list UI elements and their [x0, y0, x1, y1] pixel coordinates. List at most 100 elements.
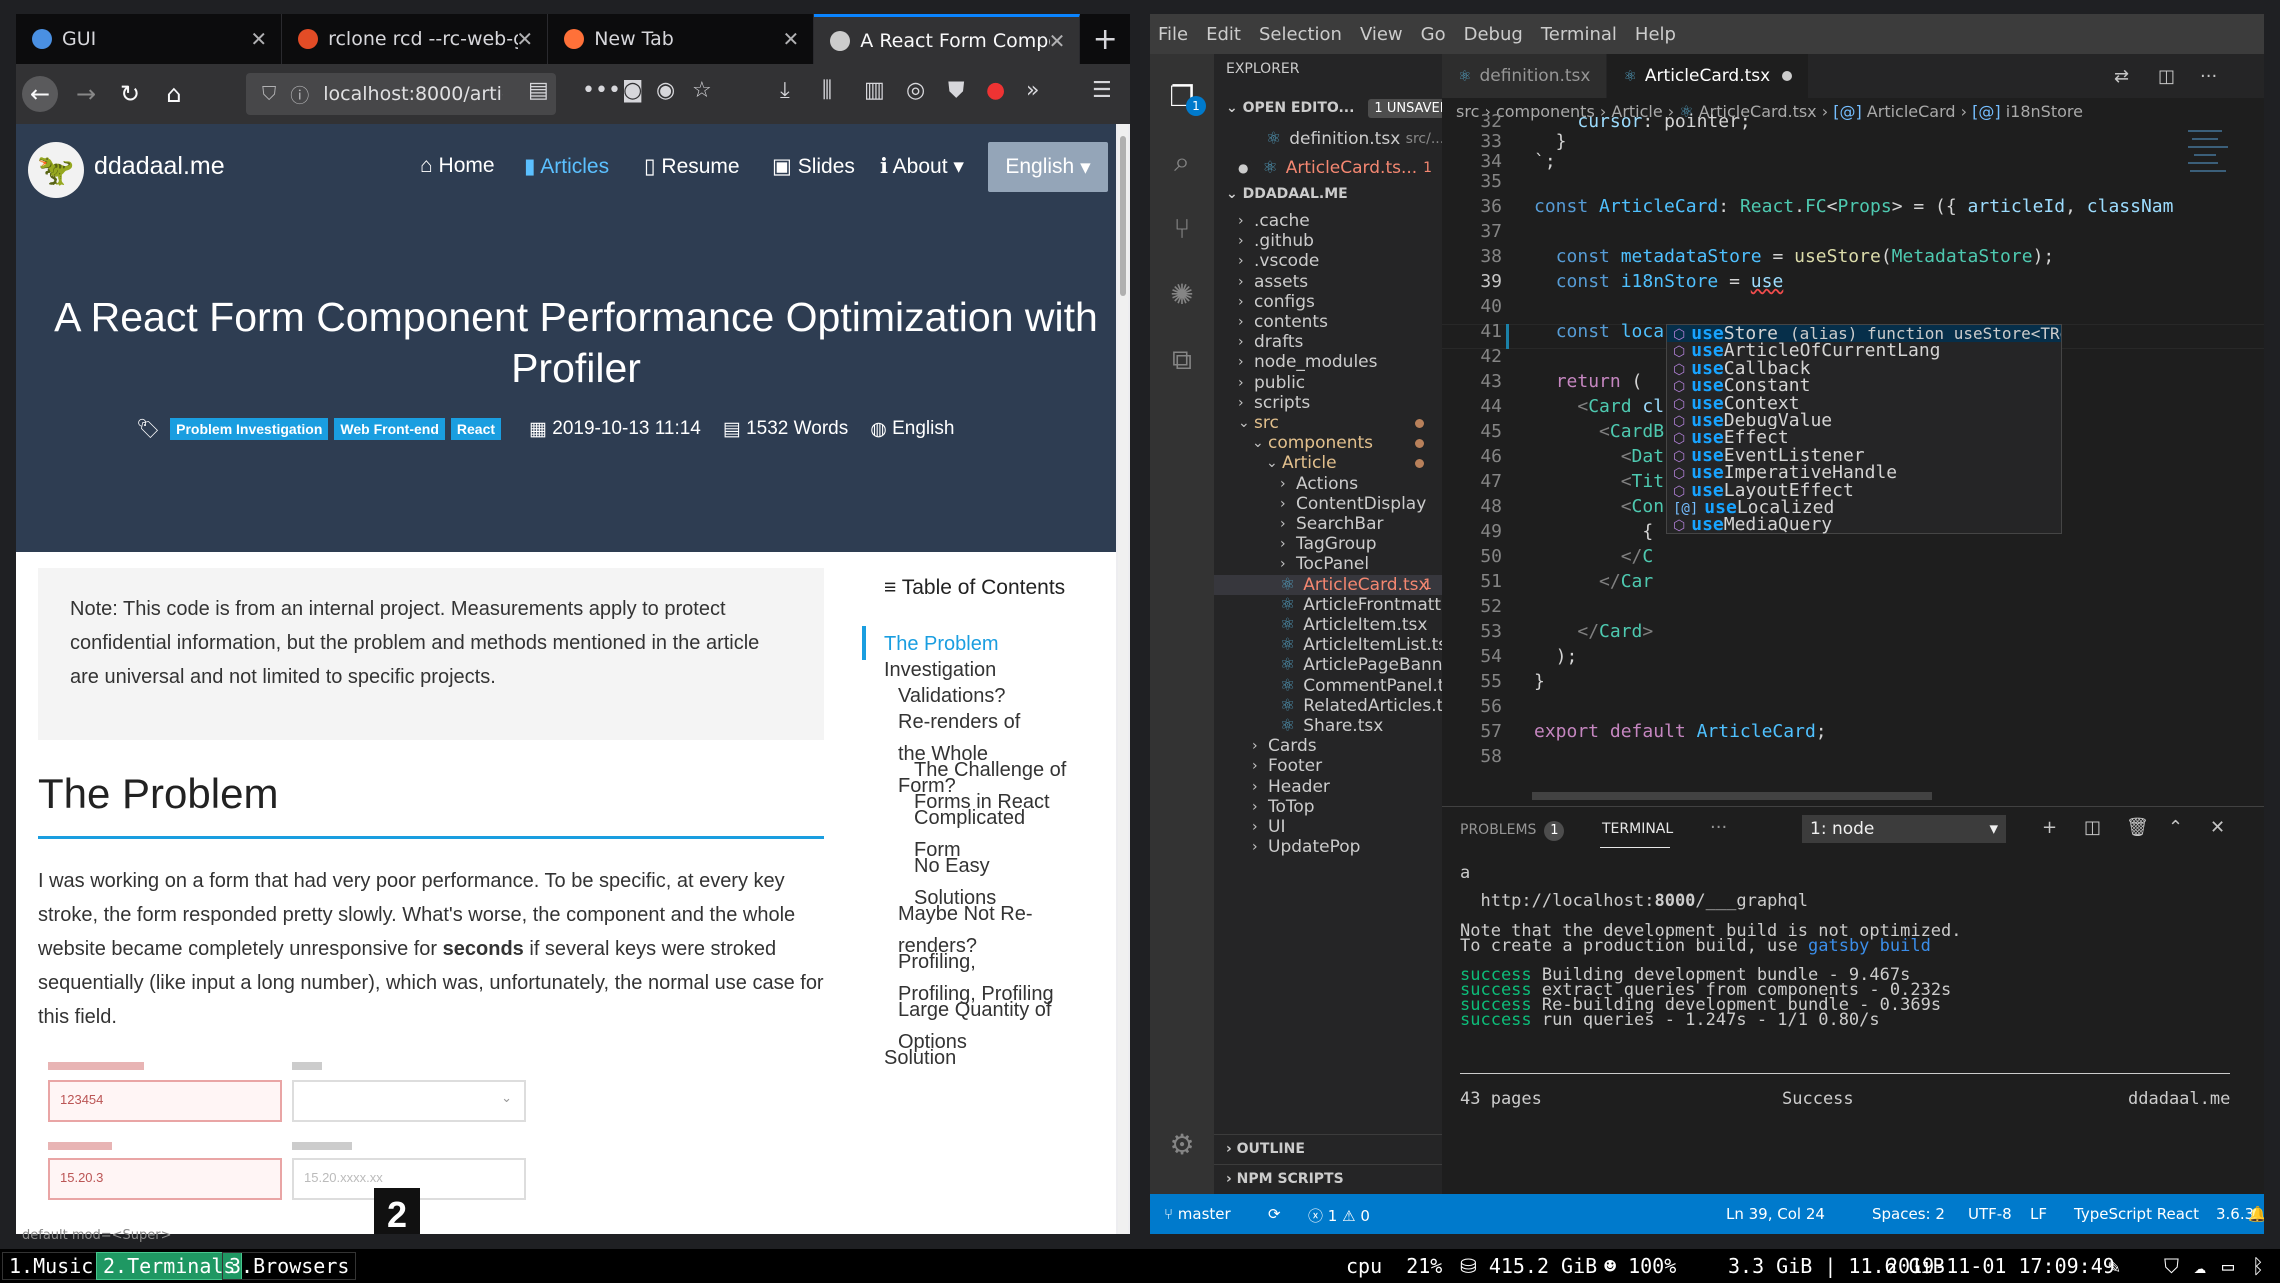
- horizontal-scrollbar[interactable]: [1532, 792, 1932, 800]
- split-terminal-icon[interactable]: ◫: [2084, 817, 2101, 838]
- tag-badge[interactable]: React: [450, 418, 502, 440]
- reload-icon[interactable]: ↻: [112, 76, 148, 112]
- extension-icon[interactable]: ◉: [656, 78, 675, 103]
- pen-icon[interactable]: ✎: [2108, 1254, 2120, 1278]
- site-name[interactable]: ddadaal.me: [94, 152, 225, 181]
- workspace-3[interactable]: 3.Browsers: [222, 1252, 357, 1280]
- suggestion-item[interactable]: ⬡ useLayoutEffect: [1667, 482, 2061, 499]
- site-logo[interactable]: 🦖: [28, 142, 84, 198]
- file-tree-file[interactable]: ⚛ Share.tsx: [1214, 716, 1442, 736]
- menu-file[interactable]: File: [1158, 24, 1188, 45]
- more-actions-icon[interactable]: ···: [2200, 66, 2217, 87]
- sidebar-icon[interactable]: ▥: [864, 78, 885, 103]
- tab-terminal[interactable]: TERMINAL: [1602, 821, 1673, 837]
- file-tree-folder[interactable]: › scripts: [1214, 393, 1442, 413]
- nav-resume[interactable]: ▯ Resume: [644, 154, 740, 179]
- tray-battery-icon[interactable]: ▭: [2222, 1254, 2234, 1278]
- suggestion-item[interactable]: ⬡ useStore (alias) function useStore<TRetu…: [1667, 325, 2061, 343]
- more-actions-icon[interactable]: ···: [1710, 817, 1727, 838]
- bell-icon[interactable]: 🔔: [2248, 1205, 2264, 1223]
- menu-terminal[interactable]: Terminal: [1541, 24, 1617, 45]
- suggestion-item[interactable]: ⬡ useConstant: [1667, 377, 2061, 394]
- download-icon[interactable]: ⤓: [780, 78, 790, 103]
- file-tree-folder[interactable]: › UI: [1214, 817, 1442, 837]
- suggestion-item[interactable]: ⬡ useDebugValue: [1667, 412, 2061, 429]
- file-tree-folder[interactable]: › drafts: [1214, 332, 1442, 352]
- code-editor[interactable]: 32 cursor: pointer; 33 } 34 `; 35 36 const…: [1442, 111, 2264, 806]
- cursor-position[interactable]: Ln 39, Col 24: [1726, 1205, 1825, 1223]
- shield-icon[interactable]: ⛉: [262, 83, 276, 105]
- search-icon[interactable]: ⌕: [1164, 144, 1200, 180]
- file-tree-folder[interactable]: › configs: [1214, 292, 1442, 312]
- suggestion-item[interactable]: ⬡ useEventListener: [1667, 447, 2061, 464]
- line-ending[interactable]: LF: [2030, 1205, 2047, 1223]
- compare-changes-icon[interactable]: ⇄: [2114, 66, 2129, 87]
- file-tree-folder[interactable]: › Header: [1214, 777, 1442, 797]
- suggestion-item[interactable]: ⬡ useArticleOfCurrentLang: [1667, 342, 2061, 359]
- scrollbar-thumb[interactable]: [1120, 136, 1126, 296]
- unsaved-dot-icon[interactable]: [1782, 71, 1793, 81]
- overflow-chevron-icon[interactable]: »: [1026, 78, 1039, 103]
- url-bar[interactable]: ⛉ ⓘ localhost:8000/artic: [246, 73, 556, 115]
- tray-bluetooth-icon[interactable]: ᛒ: [2252, 1254, 2264, 1278]
- debug-bug-icon[interactable]: ✺: [1164, 276, 1200, 312]
- file-tree-folder[interactable]: › contents: [1214, 312, 1442, 332]
- workspace-1[interactable]: 1.Music: [2, 1252, 101, 1280]
- reader-view-icon[interactable]: ▤: [528, 78, 549, 103]
- file-tree-folder[interactable]: › Footer: [1214, 756, 1442, 776]
- new-tab-button[interactable]: +: [1080, 14, 1130, 64]
- file-tree-folder[interactable]: › TocPanel: [1214, 554, 1442, 574]
- close-tab-icon[interactable]: ✕: [1049, 29, 1066, 53]
- file-tree-file[interactable]: ⚛ ArticleCard.tsx 1: [1214, 574, 1442, 595]
- close-tab-icon[interactable]: ✕: [516, 27, 533, 51]
- language-dropdown[interactable]: English ▾: [988, 142, 1108, 192]
- maximize-panel-chevron-up-icon[interactable]: ⌃: [2168, 817, 2183, 838]
- suggestion-item[interactable]: ⬡ useImperativeHandle: [1667, 464, 2061, 481]
- minimap[interactable]: [2184, 124, 2250, 806]
- file-tree-file[interactable]: ⚛ RelatedArticles.tsx: [1214, 696, 1442, 716]
- workspace-header[interactable]: ⌄ DDADAAL.ME: [1214, 180, 1442, 208]
- library-icon[interactable]: ⫼: [822, 78, 832, 103]
- file-tree-folder[interactable]: › Actions: [1214, 474, 1442, 494]
- source-control-icon[interactable]: ⑂: [1164, 210, 1200, 246]
- nav-articles[interactable]: ▮ Articles: [524, 154, 609, 179]
- sync-icon[interactable]: ◎: [906, 78, 925, 103]
- terminal-output[interactable]: a http://localhost:8000/___graphql Note …: [1460, 863, 2250, 1183]
- editor-tab-definition[interactable]: ⚛ definition.tsx: [1442, 54, 1608, 98]
- suggestion-item[interactable]: ⬡ useCallback: [1667, 360, 2061, 377]
- open-editors-header[interactable]: ⌄ OPEN EDITO... 1 UNSAVED: [1214, 94, 1442, 122]
- new-terminal-plus-icon[interactable]: +: [2042, 817, 2057, 838]
- file-tree-folder[interactable]: › assets: [1214, 272, 1442, 292]
- workspace-2[interactable]: 2.Terminals: [96, 1252, 243, 1280]
- page-actions-icon[interactable]: •••: [582, 78, 621, 103]
- indentation[interactable]: Spaces: 2: [1872, 1205, 1945, 1223]
- file-tree-file[interactable]: ⚛ ArticlePageBann...: [1214, 655, 1442, 675]
- tag-badge[interactable]: Problem Investigation: [170, 418, 329, 440]
- editor-tab-articlecard[interactable]: ⚛ ArticleCard.tsx: [1607, 54, 1810, 98]
- suggestion-item[interactable]: ⬡ useEffect: [1667, 429, 2061, 446]
- file-tree-folder[interactable]: › ToTop: [1214, 797, 1442, 817]
- browser-tab-gui[interactable]: GUI ✕: [16, 14, 283, 64]
- menu-help[interactable]: Help: [1635, 24, 1676, 45]
- browser-tab-rclone[interactable]: rclone rcd --rc-web-gu ✕: [282, 14, 549, 64]
- encoding[interactable]: UTF-8: [1968, 1205, 2012, 1223]
- open-editor-item[interactable]: ⚛ definition.tsx src/...: [1214, 124, 1442, 153]
- pocket-icon[interactable]: ◙: [622, 78, 643, 103]
- sync-icon[interactable]: ⟳: [1268, 1205, 1281, 1223]
- open-editor-item[interactable]: ● ⚛ ArticleCard.ts... 1: [1214, 153, 1442, 182]
- extensions-icon[interactable]: ⧉: [1164, 342, 1200, 378]
- problems-status[interactable]: ⓧ 1 ⚠ 0: [1308, 1205, 1370, 1226]
- tray-shield-icon[interactable]: ⛉: [2164, 1254, 2179, 1278]
- file-tree-folder[interactable]: › .vscode: [1214, 251, 1442, 271]
- forward-arrow-icon[interactable]: →: [68, 76, 104, 112]
- browser-tab-new[interactable]: New Tab ✕: [548, 14, 815, 64]
- back-arrow-icon[interactable]: ←: [22, 76, 58, 112]
- file-tree-file[interactable]: ⚛ ArticleFrontmatt...: [1214, 595, 1442, 615]
- hamburger-menu-icon[interactable]: ☰: [1092, 78, 1112, 103]
- close-panel-icon[interactable]: ✕: [2210, 817, 2225, 838]
- trash-icon[interactable]: 🗑: [2126, 817, 2149, 838]
- file-tree-folder[interactable]: › SearchBar: [1214, 514, 1442, 534]
- nav-home[interactable]: ⌂ Home: [420, 154, 495, 178]
- info-icon[interactable]: ⓘ: [290, 81, 309, 108]
- suggestion-item[interactable]: [@] useLocalized: [1667, 499, 2061, 516]
